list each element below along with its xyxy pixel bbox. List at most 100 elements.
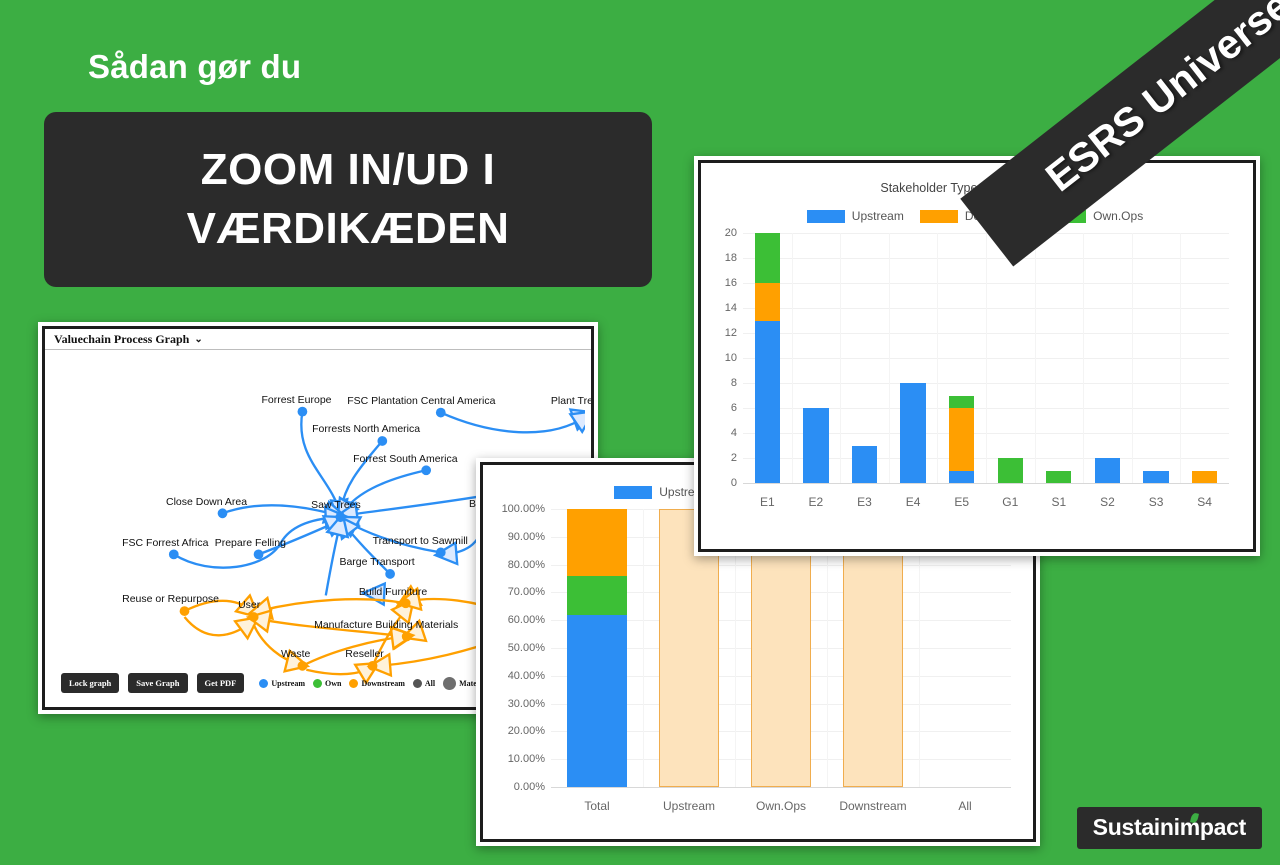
y-axis-tick-label: 70.00% [507,586,545,599]
column-separator [1083,233,1085,483]
valuechain-node-label-waste: Waste [280,648,311,661]
y-axis-tick-label: 60.00% [507,614,545,627]
bar-segment-downstream[interactable] [566,509,628,576]
bar-stack [1192,470,1218,483]
save-graph-button[interactable]: Save Graph [128,673,188,693]
y-axis-tick-label: 20 [724,227,737,239]
bar-segment-upstream[interactable] [949,470,975,483]
x-axis-tick-label: All [958,799,972,813]
legend-item-upstream[interactable]: Upstream [806,209,904,223]
bar-stack [1143,470,1169,483]
valuechain-panel-header[interactable]: Valuechain Process Graph ⌄ [45,329,591,350]
bar-segment-upstream[interactable] [1094,458,1121,483]
column-separator [791,233,793,483]
x-axis-tick-label: E5 [954,495,970,509]
bar-column-s2[interactable]: S2 [1083,233,1132,509]
bar-segment-upstream[interactable] [803,408,829,483]
y-axis-tick-label: 10.00% [507,753,545,766]
bar-column-e2[interactable]: E2 [791,233,841,509]
bar-column-e3[interactable]: E3 [840,233,889,509]
legend-label: Upstream [851,209,904,223]
bar-segment-downstream[interactable] [949,408,975,471]
logo-text-part2: impact [1173,814,1247,840]
x-axis-tick-label: E1 [759,495,775,509]
x-axis-tick-label: Own.Ops [755,799,806,813]
bar-column-e5[interactable]: E5 [937,233,986,509]
valuechain-node-label-transport_sawmill: Transport to Sawmill [372,534,468,547]
valuechain-node-label-barge_transport: Barge Transport [339,556,415,569]
bar-segment-downstream[interactable] [754,283,780,321]
bar-column-s1[interactable]: S1 [1034,233,1084,509]
x-axis-tick-label: E3 [857,495,872,509]
y-axis-tick-label: 0 [730,477,737,489]
bar-column-s4[interactable]: S4 [1180,233,1229,509]
bar-stack [851,445,878,483]
logo-text: Sustainimpact [1093,812,1247,841]
bar-column-s3[interactable]: S3 [1131,233,1181,509]
page-title-line-1: ZOOM IN/UD I [200,145,496,195]
valuechain-legend-item-downstream[interactable]: Downstream [349,678,405,688]
valuechain-node-label-forrests_na: Forrests North America [312,423,421,436]
bar-segment-own-ops[interactable] [949,395,975,408]
bar-segment-own-ops[interactable] [997,458,1023,483]
y-axis-tick-label: 6 [730,402,737,414]
bar-column-e4[interactable]: E4 [888,233,938,509]
bar-segment-upstream[interactable] [900,383,926,483]
y-axis-tick-label: 4 [730,427,737,439]
y-axis-tick-label: 90.00% [507,530,545,543]
x-axis-tick-label: E2 [808,495,824,509]
valuechain-node-label-forrest_sa: Forrest South America [353,452,458,465]
bar-segment-own-ops[interactable] [754,233,780,283]
bar-segment-own-ops[interactable] [566,575,628,615]
bar-segment-upstream-total[interactable] [566,614,628,787]
column-separator [1131,233,1133,483]
gridline [743,483,1229,484]
column-separator [937,233,939,483]
bar-segment-upstream[interactable] [754,320,780,483]
x-axis-tick-label: Downstream [839,799,907,813]
chevron-down-icon[interactable]: ⌄ [194,334,202,345]
valuechain-node-label-fsc_forrest_africa: FSC Forrest Africa [122,536,209,549]
y-axis-tick-label: 16 [724,277,737,289]
valuechain-node-label-reseller: Reseller [345,648,384,661]
column-separator [888,233,890,483]
legend-dot-icon [313,678,322,688]
title-card: ZOOM IN/UD I VÆRDIKÆDEN [44,112,652,287]
bar-segment-own-ops[interactable] [1046,470,1072,483]
page-title-line-2: VÆRDIKÆDEN [186,203,510,253]
sustainimpact-logo: Sustainimpact [1076,807,1262,849]
get-pdf-button[interactable]: Get PDF [196,673,245,693]
bar-segment-upstream[interactable] [1143,470,1169,483]
x-axis-tick-label: S3 [1148,495,1164,509]
bar-segment-downstream[interactable] [1192,470,1218,483]
valuechain-node-label-forrest_europe: Forrest Europe [261,393,332,406]
y-axis-tick-label: 8 [730,377,737,389]
valuechain-legend-label: Upstream [271,678,305,688]
valuechain-node-label-saw_trees: Saw Trees [311,499,361,512]
lock-graph-button[interactable]: Lock graph [61,673,120,693]
legend-dot-icon [443,676,457,690]
bar-stack [900,383,926,483]
valuechain-legend-item-upstream[interactable]: Upstream [259,678,305,688]
valuechain-node-label-fsc_plantation_ca: FSC Plantation Central America [347,394,496,407]
legend-dot-icon [259,678,269,688]
valuechain-node-label-manufacture_bm: Manufacture Building Materials [314,618,459,631]
valuechain-node-label-prepare_felling: Prepare Felling [214,536,286,549]
y-axis-tick-label: 40.00% [507,669,545,682]
valuechain-legend: Upstream Own Downstream All Material [259,676,493,690]
y-axis-tick-label: 2 [730,452,737,464]
bar-stack [1046,470,1072,483]
column-separator [840,233,842,483]
y-axis-tick-label: 18 [724,252,737,264]
column-separator [985,233,987,483]
y-axis-tick-label: 80.00% [507,558,545,571]
bar-stack [803,408,829,483]
y-axis-tick-label: 14 [724,302,737,314]
bar-column-e1[interactable]: E1 [743,233,792,509]
valuechain-legend-item-all[interactable]: All [412,678,435,688]
bar-column-total[interactable]: Total [551,509,643,813]
valuechain-node-label-user: User [238,599,261,612]
valuechain-legend-item-own[interactable]: Own [313,678,341,688]
bar-segment-upstream[interactable] [851,445,878,483]
bar-column-g1[interactable]: G1 [985,233,1035,509]
